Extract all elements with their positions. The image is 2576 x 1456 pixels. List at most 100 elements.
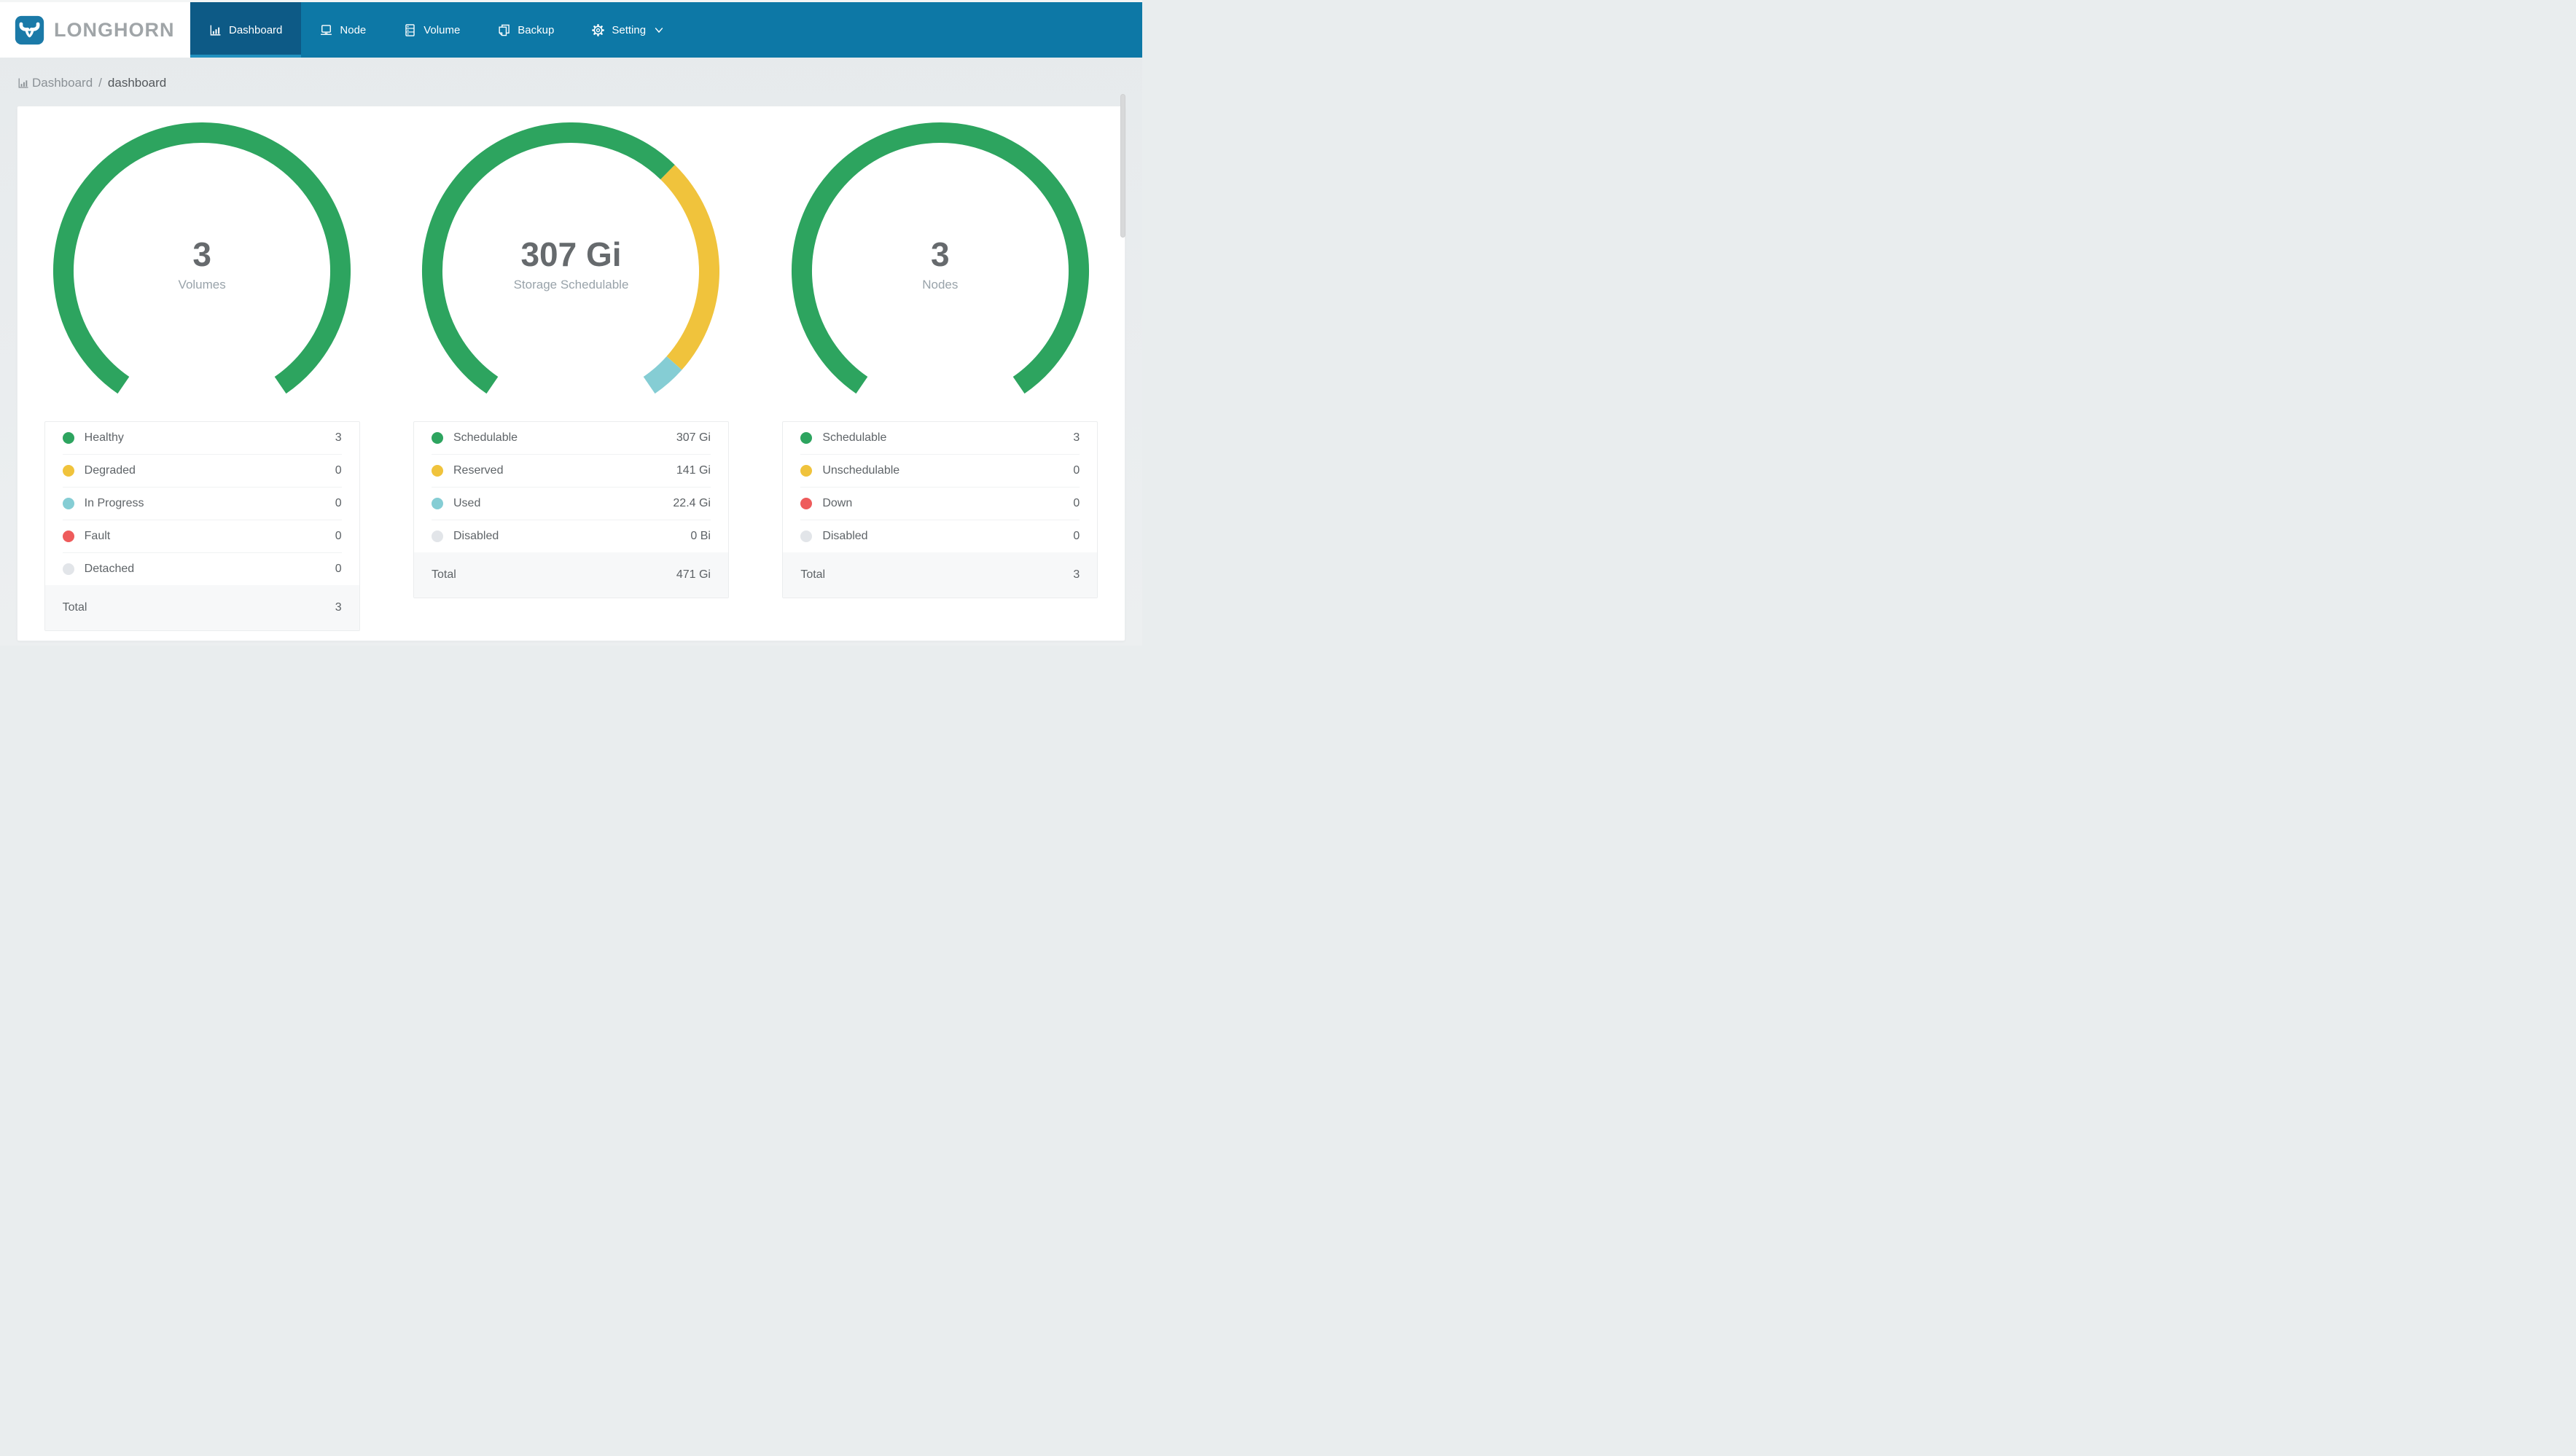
nodes-legend: Schedulable 3 Unschedulable 0 Down 0 Disabled 0… (782, 421, 1098, 598)
legend-total-value: 3 (335, 601, 342, 614)
volumes-gauge: 3 Volumes (49, 122, 355, 407)
legend-value: 0 (1073, 497, 1080, 509)
volumes-legend: Healthy 3 Degraded 0 In Progress 0 Fault 0 Detac… (44, 421, 360, 631)
breadcrumb-section[interactable]: Dashboard (32, 76, 93, 90)
longhorn-app: LONGHORN Dashboard Node Volume Backup Settin… (0, 0, 1142, 646)
nav-item-dashboard[interactable]: Dashboard (190, 2, 302, 58)
dashboard-card: 3 Volumes Healthy 3 Degraded 0 In Progress 0 Fau… (17, 106, 1125, 641)
legend-total-label: Total (431, 568, 456, 581)
top-nav: LONGHORN Dashboard Node Volume Backup Settin… (0, 0, 1142, 58)
legend-label: Fault (84, 530, 111, 542)
legend-label: Degraded (84, 464, 136, 477)
legend-value: 307 Gi (676, 431, 711, 444)
legend-dot (431, 465, 443, 477)
nav-item-volume[interactable]: Volume (385, 2, 479, 58)
legend-label: In Progress (84, 497, 144, 509)
storage-gauge: 307 Gi Storage Schedulable (418, 122, 724, 407)
legend-value: 0 Bi (690, 530, 711, 542)
nav-item-label: Backup (518, 23, 555, 36)
legend-dot (431, 498, 443, 509)
legend-total-value: 471 Gi (676, 568, 711, 581)
legend-dot (800, 432, 813, 444)
nav-item-label: Node (340, 23, 367, 36)
main-nav: Dashboard Node Volume Backup Setting (190, 2, 682, 58)
legend-row-disabled: Disabled 0 (800, 520, 1080, 552)
brand-name: LONGHORN (54, 18, 175, 41)
gear-icon (592, 23, 605, 36)
legend-row-fault: Fault 0 (62, 520, 342, 552)
legend-value: 141 Gi (676, 464, 711, 477)
volumes-legend-total-row: Total 3 (44, 585, 359, 630)
storage-legend: Schedulable 307 Gi Reserved 141 Gi Used 22.4 … (413, 421, 729, 598)
legend-row-used: Used 22.4 Gi (431, 487, 711, 520)
nav-item-label: Volume (424, 23, 461, 36)
legend-value: 0 (335, 563, 342, 575)
scrollbar-thumb[interactable] (1120, 94, 1125, 238)
nav-item-label: Dashboard (229, 23, 283, 36)
storage-gauge-chart (422, 122, 720, 394)
breadcrumb-page: dashboard (107, 76, 167, 90)
legend-value: 0 (335, 530, 342, 542)
legend-dot (800, 531, 813, 542)
nodes-legend-total-row: Total 3 (783, 552, 1098, 598)
gauge-segment-used (643, 356, 682, 394)
legend-value: 0 (335, 464, 342, 477)
legend-dot (800, 498, 813, 509)
legend-dot (62, 465, 74, 477)
legend-total-label: Total (800, 568, 826, 581)
legend-row-healthy: Healthy 3 (62, 422, 342, 454)
legend-row-detached: Detached 0 (62, 552, 342, 585)
storage-panel: 307 Gi Storage Schedulable Schedulable 307 … (386, 122, 755, 641)
legend-dot (431, 432, 443, 444)
volumes-gauge-chart (53, 122, 351, 394)
bar-chart-icon (210, 25, 221, 36)
legend-value: 3 (1073, 431, 1080, 444)
nodes-panel: 3 Nodes Schedulable 3 Unschedulable 0 Down 0 Dis… (756, 122, 1125, 641)
legend-label: Detached (84, 563, 135, 575)
nodes-gauge: 3 Nodes (787, 122, 1093, 407)
legend-dot (62, 531, 74, 542)
legend-label: Reserved (453, 464, 504, 477)
volume-icon (405, 23, 415, 36)
storage-legend-total-row: Total 471 Gi (413, 552, 728, 598)
legend-dot (62, 498, 74, 509)
nav-item-setting[interactable]: Setting (573, 2, 682, 58)
legend-label: Healthy (84, 431, 124, 444)
gauge-segment-schedulable (422, 122, 676, 394)
legend-label: Schedulable (822, 431, 887, 444)
legend-row-disabled: Disabled 0 Bi (431, 520, 711, 552)
legend-total-value: 3 (1073, 568, 1080, 581)
legend-value: 22.4 Gi (673, 497, 711, 509)
legend-label: Disabled (822, 530, 868, 542)
legend-value: 0 (1073, 530, 1080, 542)
legend-row-unschedulable: Unschedulable 0 (800, 454, 1080, 487)
breadcrumb: Dashboard / dashboard (0, 58, 1142, 90)
legend-value: 0 (335, 497, 342, 509)
legend-row-degraded: Degraded 0 (62, 454, 342, 487)
gauge-segment-reserved (660, 165, 720, 370)
logo[interactable]: LONGHORN (0, 2, 190, 58)
legend-label: Down (822, 497, 853, 509)
legend-row-schedulable: Schedulable 307 Gi (431, 422, 711, 454)
nav-item-node[interactable]: Node (301, 2, 385, 58)
legend-value: 3 (335, 431, 342, 444)
legend-dot (62, 563, 74, 575)
legend-row-reserved: Reserved 141 Gi (431, 454, 711, 487)
legend-label: Schedulable (453, 431, 518, 444)
legend-value: 0 (1073, 464, 1080, 477)
volumes-panel: 3 Volumes Healthy 3 Degraded 0 In Progress 0 Fau… (17, 122, 386, 641)
legend-row-down: Down 0 (800, 487, 1080, 520)
legend-row-in-progress: In Progress 0 (62, 487, 342, 520)
nav-item-backup[interactable]: Backup (479, 2, 573, 58)
nodes-gauge-chart (791, 122, 1089, 394)
breadcrumb-separator: / (98, 76, 102, 90)
gauge-segment-schedulable (791, 122, 1089, 394)
legend-dot (62, 432, 74, 444)
backup-icon (499, 24, 510, 36)
legend-label: Used (453, 497, 481, 509)
legend-label: Unschedulable (822, 464, 900, 477)
legend-label: Disabled (453, 530, 499, 542)
legend-dot (800, 465, 813, 477)
legend-total-label: Total (62, 601, 87, 614)
chevron-down-icon (655, 27, 663, 33)
